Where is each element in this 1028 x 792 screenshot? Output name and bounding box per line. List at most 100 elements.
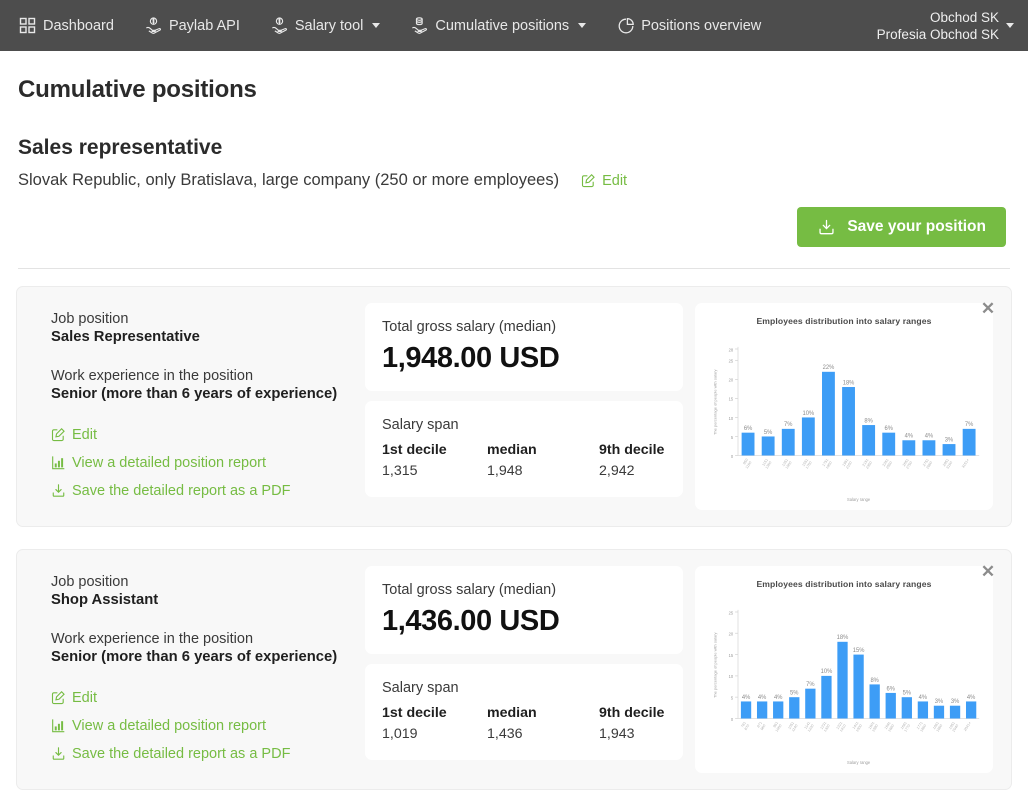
edit-position-link[interactable]: Edit	[51, 690, 353, 706]
save-pdf-label: Save the detailed report as a PDF	[72, 483, 290, 499]
nav-item-salary-tool[interactable]: Salary tool	[270, 10, 395, 41]
svg-text:10: 10	[729, 416, 734, 421]
save-pdf-link[interactable]: Save the detailed report as a PDF	[51, 746, 353, 762]
card-links: Edit View a detailed position report	[51, 690, 353, 762]
nav-item-dashboard[interactable]: Dashboard	[18, 10, 128, 41]
svg-text:15%: 15%	[853, 647, 865, 654]
svg-text:3151+: 3151+	[961, 458, 970, 469]
total-gross-value: 1,436.00 USD	[382, 605, 666, 638]
svg-text:5: 5	[731, 435, 734, 440]
svg-text:4%: 4%	[919, 694, 928, 701]
chart-title: Employees distribution into salary range…	[703, 579, 985, 589]
decile-table: 1st decile median 9th decile 1,019 1,436…	[382, 705, 666, 742]
decile-table: 1st decile median 9th decile 1,315 1,948…	[382, 442, 666, 479]
nav-item-positions-overview[interactable]: Positions overview	[616, 10, 775, 41]
download-arrow-icon	[51, 746, 67, 762]
save-pdf-link[interactable]: Save the detailed report as a PDF	[51, 483, 353, 499]
salary-span-panel: Salary span 1st decile median 9th decile…	[365, 664, 683, 760]
card-links: Edit View a detailed position report	[51, 427, 353, 499]
salary-distribution-chart: Employees distribution into salary range…	[695, 566, 993, 773]
nav-item-label: Salary tool	[295, 18, 364, 34]
salary-span-label: Salary span	[382, 417, 666, 433]
bar-chart-icon	[51, 718, 67, 734]
nav-items: Dashboard Paylab API	[18, 10, 775, 41]
nav-item-label: Positions overview	[641, 18, 761, 34]
svg-text:10%: 10%	[803, 410, 815, 417]
salary-distribution-chart: Employees distribution into salary range…	[695, 303, 993, 510]
svg-text:0: 0	[731, 717, 734, 722]
view-detailed-report-link[interactable]: View a detailed position report	[51, 455, 353, 471]
svg-text:4%: 4%	[774, 694, 783, 701]
work-experience-label: Work experience in the position	[51, 368, 353, 384]
svg-text:8%: 8%	[864, 417, 873, 424]
close-icon[interactable]: ✕	[977, 297, 999, 319]
view-detailed-report-label: View a detailed position report	[72, 718, 266, 734]
chart-svg: 0510152025The percentage of people with …	[703, 593, 985, 767]
account-labels: Obchod SK Profesia Obchod SK	[877, 9, 999, 43]
account-user: Profesia Obchod SK	[877, 26, 999, 43]
svg-text:3%: 3%	[945, 436, 954, 443]
svg-text:15: 15	[729, 397, 734, 402]
save-your-position-button[interactable]: Save your position	[797, 207, 1006, 247]
svg-text:5%: 5%	[790, 689, 799, 696]
svg-text:22%: 22%	[823, 364, 835, 371]
median-value: 1,436	[487, 726, 599, 742]
close-icon[interactable]: ✕	[977, 560, 999, 582]
svg-text:20: 20	[729, 378, 734, 383]
card-info-column: Job position Shop Assistant Work experie…	[35, 566, 353, 773]
save-button-label: Save your position	[847, 218, 986, 236]
svg-text:7%: 7%	[965, 421, 974, 428]
decile-9-value: 1,943	[599, 726, 666, 742]
job-position-label: Job position	[51, 574, 353, 590]
svg-text:28: 28	[729, 347, 734, 352]
chevron-down-icon	[1006, 23, 1014, 28]
chart-body: 0510152025The percentage of people with …	[703, 593, 985, 767]
svg-text:4%: 4%	[742, 694, 751, 701]
decile-1-header: 1st decile	[382, 705, 487, 726]
nav-item-paylab-api[interactable]: Paylab API	[144, 10, 254, 41]
hand-coin-icon	[270, 16, 289, 35]
section-divider	[18, 268, 1010, 269]
edit-position-label: Edit	[72, 690, 97, 706]
bar-chart-icon	[51, 455, 67, 471]
svg-text:6%: 6%	[744, 425, 753, 432]
edit-position-link[interactable]: Edit	[51, 427, 353, 443]
svg-text:2041+: 2041+	[963, 721, 972, 732]
svg-text:The percentage of people with: The percentage of people with salary	[714, 632, 718, 698]
grid-icon	[18, 16, 37, 35]
svg-text:8%: 8%	[870, 677, 879, 684]
edit-filter-link[interactable]: Edit	[581, 173, 627, 189]
svg-text:3%: 3%	[935, 698, 944, 705]
svg-text:4%: 4%	[758, 694, 767, 701]
page-title: Cumulative positions	[18, 76, 1012, 104]
job-position-value: Shop Assistant	[51, 592, 353, 608]
card-salary-column: Total gross salary (median) 1,948.00 USD…	[365, 303, 683, 510]
account-menu[interactable]: Obchod SK Profesia Obchod SK	[877, 9, 1014, 43]
svg-text:6%: 6%	[887, 685, 896, 692]
svg-text:The percentage of people with: The percentage of people with salary	[714, 369, 718, 435]
nav-item-cumulative-positions[interactable]: Cumulative positions	[410, 10, 600, 41]
pencil-square-icon	[51, 427, 67, 443]
total-gross-value: 1,948.00 USD	[382, 342, 666, 375]
position-title: Sales representative	[18, 136, 1012, 160]
nav-item-label: Cumulative positions	[435, 18, 569, 34]
svg-text:5%: 5%	[764, 429, 773, 436]
svg-text:15: 15	[729, 653, 734, 658]
nav-item-label: Paylab API	[169, 18, 240, 34]
work-experience-value: Senior (more than 6 years of experience)	[51, 386, 353, 402]
position-card: ✕ Job position Sales Representative Work…	[16, 286, 1012, 527]
svg-text:20: 20	[729, 631, 734, 636]
card-salary-column: Total gross salary (median) 1,436.00 USD…	[365, 566, 683, 773]
card-chart-column: Employees distribution into salary range…	[695, 566, 993, 773]
save-button-row: Save your position	[16, 207, 1012, 247]
view-detailed-report-label: View a detailed position report	[72, 455, 266, 471]
total-gross-salary-panel: Total gross salary (median) 1,948.00 USD	[365, 303, 683, 391]
view-detailed-report-link[interactable]: View a detailed position report	[51, 718, 353, 734]
svg-text:18%: 18%	[843, 379, 855, 386]
card-chart-column: Employees distribution into salary range…	[695, 303, 993, 510]
decile-9-header: 9th decile	[599, 705, 666, 726]
top-navigation-bar: Dashboard Paylab API	[0, 0, 1028, 51]
svg-text:25: 25	[729, 359, 734, 364]
chart-body: 051015202528The percentage of people wit…	[703, 330, 985, 504]
svg-text:3%: 3%	[951, 698, 960, 705]
